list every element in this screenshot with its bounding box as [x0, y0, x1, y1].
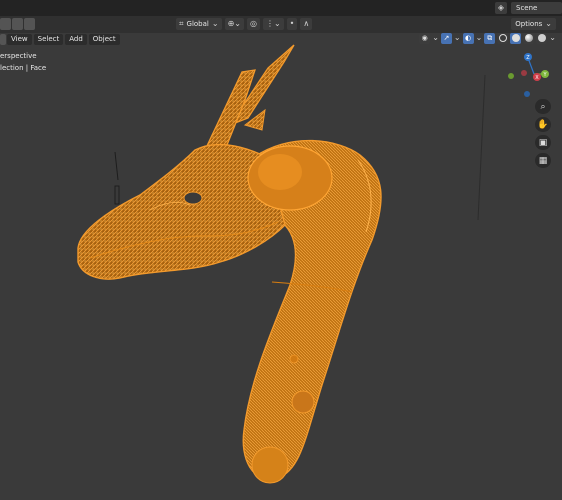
dragon-bump-large: [291, 390, 315, 414]
dragon-eye: [183, 191, 203, 205]
dragon-cheek-highlight: [258, 154, 302, 190]
dragon-tail-end-bulb: [251, 446, 289, 484]
viewport-guide-box: [114, 185, 120, 205]
viewport-guide-line: [114, 151, 119, 181]
dragon-mesh[interactable]: [0, 0, 562, 500]
dragon-bump: [289, 354, 299, 364]
viewport-guide-line: [477, 74, 486, 221]
